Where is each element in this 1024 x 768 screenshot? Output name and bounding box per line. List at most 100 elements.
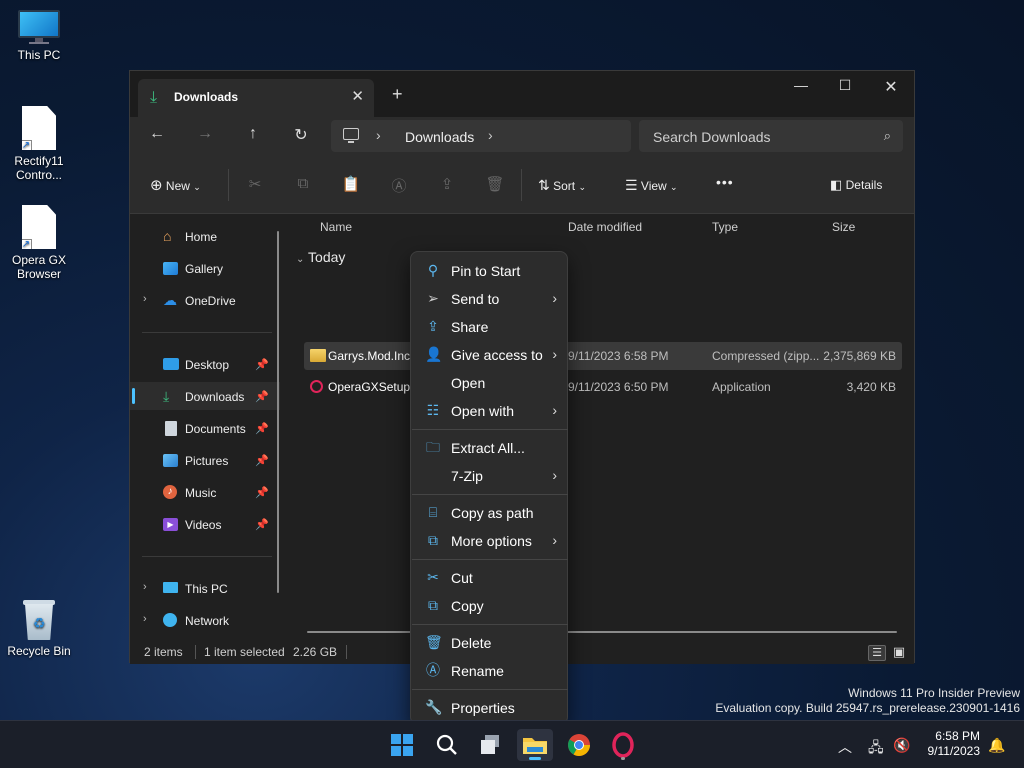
- menu-item-share[interactable]: ⇪ Share: [415, 312, 565, 340]
- volume-muted-icon[interactable]: 🔇: [893, 737, 910, 754]
- pin-icon[interactable]: 📌: [255, 422, 269, 435]
- notification-bell-icon[interactable]: 🔔: [988, 737, 1005, 754]
- menu-item-give-access[interactable]: 👤 Give access to ›: [415, 340, 565, 368]
- sidebar-item-onedrive[interactable]: › ☁ OneDrive: [130, 286, 280, 314]
- desktop-icon-this-pc[interactable]: This PC: [4, 10, 74, 62]
- chevron-right-icon[interactable]: ›: [143, 581, 147, 593]
- table-row[interactable]: Garrys.Mod.Inc 9/11/2023 6:58 PM Compres…: [304, 342, 902, 370]
- menu-item-extract-all[interactable]: 🗀 Extract All...: [415, 433, 565, 461]
- menu-item-properties[interactable]: 🔧 Properties: [415, 693, 565, 721]
- cut-icon: ✂: [427, 569, 439, 585]
- windows-icon: [391, 734, 413, 756]
- taskbar-opera-gx[interactable]: [605, 729, 641, 761]
- sidebar-item-videos[interactable]: ▶ Videos 📌: [130, 510, 280, 538]
- task-view-button[interactable]: [473, 729, 509, 761]
- sort-button[interactable]: ⇅ Sort ⌄: [538, 177, 586, 194]
- file-shortcut-icon: ↗: [22, 205, 56, 249]
- paste-icon[interactable]: 📋: [339, 175, 363, 193]
- table-row[interactable]: OperaGXSetup 9/11/2023 6:50 PM Applicati…: [304, 373, 902, 401]
- breadcrumb-downloads[interactable]: Downloads: [405, 129, 474, 145]
- open-with-icon: ☷: [426, 402, 440, 418]
- address-bar[interactable]: › Downloads ›: [331, 120, 631, 152]
- sidebar-item-this-pc[interactable]: › This PC: [130, 574, 280, 602]
- view-button[interactable]: ☰ View ⌄: [625, 177, 678, 194]
- sidebar-item-desktop[interactable]: Desktop 📌: [130, 350, 280, 378]
- minimize-button[interactable]: —: [778, 77, 824, 93]
- desktop-icon-recycle-bin[interactable]: ♻ Recycle Bin: [4, 598, 74, 658]
- taskbar: ︿ 🖧 🔇 6:58 PM 9/11/2023 🔔: [0, 720, 1024, 768]
- network-status-icon[interactable]: 🖧: [868, 737, 884, 761]
- pin-icon[interactable]: 📌: [255, 358, 269, 371]
- search-icon: [436, 734, 457, 755]
- desktop-icon-opera-gx[interactable]: ↗ Opera GX Browser: [4, 205, 74, 281]
- horizontal-scrollbar[interactable]: [307, 631, 897, 633]
- sidebar-item-home[interactable]: ⌂ Home: [130, 222, 280, 250]
- search-input[interactable]: Search Downloads ⌕: [639, 120, 903, 152]
- menu-item-cut[interactable]: ✂ Cut: [415, 563, 565, 591]
- pin-icon[interactable]: 📌: [255, 518, 269, 531]
- maximize-button[interactable]: ☐: [822, 77, 868, 94]
- forward-button[interactable]: →: [193, 125, 217, 143]
- desktop-icon-rectify11[interactable]: ↗ Rectify11 Contro...: [4, 106, 74, 182]
- menu-item-7zip[interactable]: 7-Zip ›: [415, 461, 565, 489]
- see-more-button[interactable]: •••: [716, 174, 734, 190]
- sidebar-item-documents[interactable]: Documents 📌: [130, 414, 280, 442]
- menu-item-pin-to-start[interactable]: ⚲ Pin to Start: [415, 256, 565, 284]
- task-view-icon: [481, 735, 499, 754]
- column-header-type[interactable]: Type: [712, 220, 738, 234]
- new-tab-button[interactable]: +: [392, 84, 403, 105]
- details-button[interactable]: ◧ Details: [830, 177, 882, 193]
- new-button[interactable]: ⊕ New ⌄: [150, 176, 201, 194]
- menu-item-copy-as-path[interactable]: ⌸ Copy as path: [415, 498, 565, 526]
- menu-item-copy[interactable]: ⧉ Copy: [415, 591, 565, 619]
- close-tab-icon[interactable]: ✕: [351, 87, 364, 105]
- refresh-button[interactable]: ↻: [289, 125, 313, 145]
- rename-icon: Ⓐ: [426, 662, 440, 678]
- download-icon: ⤓: [163, 388, 170, 404]
- pin-icon[interactable]: 📌: [255, 486, 269, 499]
- chevron-right-icon[interactable]: ›: [143, 613, 147, 625]
- cut-icon[interactable]: ✂: [243, 175, 267, 193]
- details-view-icon[interactable]: ☰: [868, 645, 886, 661]
- column-header-size[interactable]: Size: [832, 220, 855, 234]
- up-button[interactable]: ↑: [241, 125, 265, 143]
- delete-icon[interactable]: 🗑: [483, 175, 507, 193]
- chevron-up-icon[interactable]: ︿: [838, 737, 852, 757]
- sidebar-item-downloads[interactable]: ⤓ Downloads 📌: [130, 382, 280, 410]
- send-icon: ➢: [427, 290, 439, 306]
- menu-item-open[interactable]: Open: [415, 368, 565, 396]
- back-button[interactable]: ←: [145, 125, 169, 143]
- menu-item-send-to[interactable]: ➢ Send to ›: [415, 284, 565, 312]
- column-header-name[interactable]: Name: [320, 220, 352, 234]
- chevron-right-icon[interactable]: ›: [488, 127, 493, 143]
- taskbar-file-explorer[interactable]: [517, 729, 553, 761]
- taskbar-chrome[interactable]: [561, 729, 597, 761]
- close-window-button[interactable]: ✕: [868, 77, 914, 97]
- desktop-icon-label: This PC: [17, 48, 61, 62]
- sidebar-item-music[interactable]: ♪ Music 📌: [130, 478, 280, 506]
- sidebar-scrollbar[interactable]: [277, 231, 279, 593]
- menu-item-open-with[interactable]: ☷ Open with ›: [415, 396, 565, 424]
- start-button[interactable]: [384, 729, 420, 761]
- search-button[interactable]: [429, 729, 465, 761]
- group-header-today[interactable]: ⌄ Today: [296, 249, 345, 265]
- selection-size: 2.26 GB: [293, 645, 338, 659]
- sidebar-item-gallery[interactable]: Gallery: [130, 254, 280, 282]
- pin-icon[interactable]: 📌: [255, 454, 269, 467]
- chevron-right-icon[interactable]: ›: [376, 127, 381, 143]
- tiles-view-icon[interactable]: ▣: [890, 645, 908, 661]
- clock[interactable]: 6:58 PM 9/11/2023: [928, 729, 981, 759]
- menu-item-rename[interactable]: Ⓐ Rename: [415, 656, 565, 684]
- column-header-date[interactable]: Date modified: [568, 220, 642, 234]
- rename-icon[interactable]: Ⓐ: [387, 175, 411, 196]
- desktop-folder-icon: [163, 358, 179, 370]
- sidebar-item-network[interactable]: › Network: [130, 606, 280, 634]
- menu-item-delete[interactable]: 🗑 Delete: [415, 628, 565, 656]
- sidebar-item-pictures[interactable]: Pictures 📌: [130, 446, 280, 474]
- copy-icon[interactable]: ⧉: [291, 175, 315, 192]
- share-icon[interactable]: ⇪: [435, 175, 459, 193]
- pin-icon[interactable]: 📌: [255, 390, 269, 403]
- menu-item-more-options[interactable]: ⧉ More options ›: [415, 526, 565, 554]
- tab-downloads[interactable]: ⤓ Downloads ✕: [138, 79, 374, 117]
- chevron-right-icon[interactable]: ›: [143, 293, 147, 305]
